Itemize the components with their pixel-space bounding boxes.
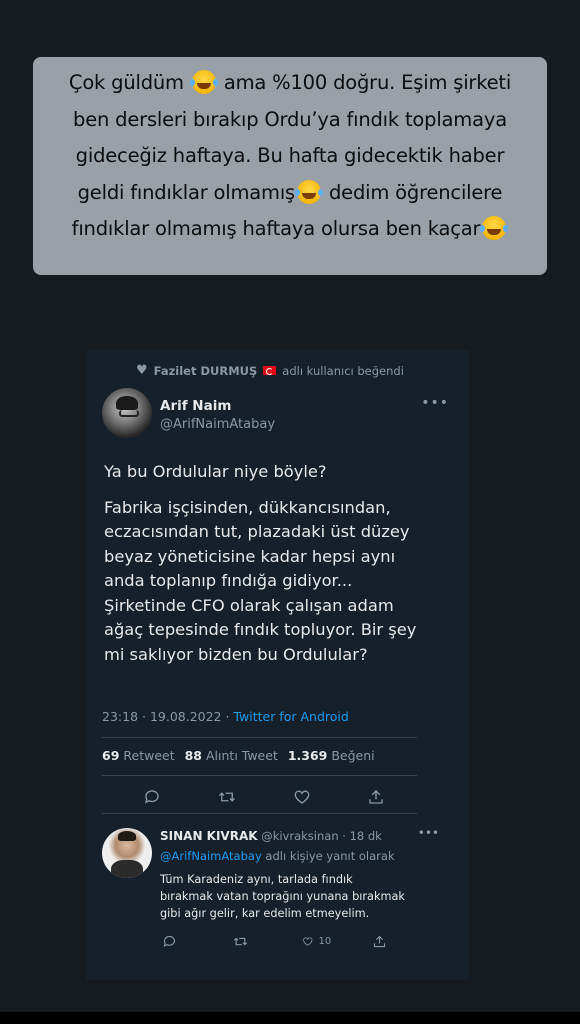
caption-line-3: gideceğiz haftaya. Bu hafta gidecektik h…: [75, 144, 505, 167]
liked-by-banner: ♥ Fazilet DURMUŞ adlı kullanıcı beğendi: [136, 363, 404, 378]
caption-line-1: Çok güldüm ama %100 doğru. Eşim şirketi: [41, 65, 539, 102]
caption-line-5: fındıklar olmamış haftaya olursa ben kaç…: [41, 211, 539, 248]
reply-author-name[interactable]: SINAN KIVRAK: [160, 829, 258, 843]
reply-body: Tüm Karadeniz aynı, tarlada fındık bırak…: [160, 871, 460, 922]
tweet-line: eczacısından tut, plazadaki üst düzey: [104, 522, 410, 541]
author-handle[interactable]: @ArifNaimAtabay: [160, 417, 275, 432]
caption-line-4: geldi fındıklar olmamış dedim öğrenciler…: [41, 175, 539, 212]
divider: [102, 813, 417, 814]
tweet-line: beyaz yöneticisine kadar hepsi aynı: [104, 546, 396, 566]
reply-mention-link[interactable]: @ArifNaimAtabay: [160, 849, 262, 863]
like-count[interactable]: 1.369: [288, 748, 328, 763]
bottom-edge: [0, 1012, 580, 1024]
tweet-first-line: Ya bu Ordulular niye böyle?: [104, 462, 327, 481]
more-options-icon[interactable]: •••: [421, 395, 449, 411]
reply-line: bırakmak vatan toprağını yunana bırakmak: [160, 890, 405, 903]
tweet-line: ağaç tepesinde fındık topluyor. Bir şey: [104, 620, 417, 639]
caption-text: Çok güldüm: [68, 71, 184, 94]
reply-actions: 10: [162, 934, 442, 949]
share-icon[interactable]: [372, 934, 442, 949]
divider: [102, 775, 417, 776]
retweet-count[interactable]: 69: [102, 748, 119, 763]
client-link[interactable]: Twitter for Android: [233, 709, 348, 724]
reply-line: Tüm Karadeniz aynı, tarlada fındık: [160, 873, 353, 886]
face-with-tears-of-joy-icon: [189, 70, 216, 94]
reply-to-suffix: adlı kişiye yanıt olarak: [261, 849, 395, 863]
reply-handle-time[interactable]: @kivraksinan · 18 dk: [261, 829, 382, 843]
caption-text: fındıklar olmamış haftaya olursa ben kaç…: [71, 217, 481, 240]
caption-text: dedim öğrencilere: [329, 180, 503, 204]
replying-to: @ArifNaimAtabay adlı kişiye yanıt olarak: [160, 849, 395, 863]
timestamp-text[interactable]: 23:18 · 19.08.2022 ·: [102, 709, 233, 724]
reply-icon[interactable]: [162, 934, 232, 949]
tweet-line: Şirketinde CFO olarak çalışan adam: [104, 595, 394, 615]
author-name[interactable]: Arif Naim: [160, 398, 231, 414]
author-avatar[interactable]: [102, 388, 152, 438]
caption-text: ama %100 doğru. Eşim şirketi: [223, 71, 512, 94]
retweet-icon[interactable]: [232, 934, 302, 949]
divider: [102, 737, 417, 738]
tweet-stats: 69 Retweet 88 Alıntı Tweet 1.369 Beğeni: [102, 748, 375, 763]
quote-label[interactable]: Alıntı Tweet: [206, 748, 278, 763]
liked-by-suffix: adlı kullanıcı beğendi: [282, 363, 404, 378]
story-caption: Çok güldüm ama %100 doğru. Eşim şirketi …: [33, 57, 547, 275]
quote-count[interactable]: 88: [185, 748, 202, 763]
heart-like-icon[interactable]: [293, 788, 311, 806]
face-with-tears-of-joy-icon: [480, 216, 507, 240]
retweet-label[interactable]: Retweet: [123, 748, 174, 763]
face-with-tears-of-joy-icon: [295, 179, 321, 204]
tweet-line: mi saklıyor bizden bu Ordulular?: [104, 644, 368, 664]
tweet-timestamp: 23:18 · 19.08.2022 · Twitter for Android: [102, 709, 349, 724]
reply-header: SINAN KIVRAK @kivraksinan · 18 dk: [160, 829, 382, 843]
heart-icon: ♥: [136, 363, 148, 378]
tweet-body: Ya bu Ordulular niye böyle? Fabrika işçi…: [104, 460, 454, 667]
more-options-icon[interactable]: •••: [418, 826, 439, 840]
share-icon[interactable]: [367, 788, 385, 806]
liked-by-name[interactable]: Fazilet DURMUŞ: [154, 364, 258, 378]
tweet-screenshot: ♥ Fazilet DURMUŞ adlı kullanıcı beğendi …: [86, 350, 469, 980]
retweet-icon[interactable]: [217, 788, 237, 806]
tweet-line: anda toplanıp fındığa gidiyor...: [104, 571, 353, 590]
turkey-flag-icon: [263, 366, 277, 375]
like-label[interactable]: Beğeni: [331, 748, 374, 763]
reply-line: gibi ağır gelir, kar edelim etmeyelim.: [160, 907, 370, 920]
reply-icon[interactable]: [143, 788, 161, 806]
tweet-actions: [102, 788, 417, 806]
heart-like-icon[interactable]: 10: [302, 934, 372, 949]
reply-avatar[interactable]: [102, 828, 152, 878]
reply-like-count: 10: [318, 936, 332, 947]
caption-text: geldi fındıklar olmamış: [77, 180, 296, 204]
caption-line-2: ben dersleri bırakıp Ordu’ya fındık topl…: [73, 107, 507, 131]
tweet-line: Fabrika işçisinden, dükkancısından,: [104, 497, 391, 517]
